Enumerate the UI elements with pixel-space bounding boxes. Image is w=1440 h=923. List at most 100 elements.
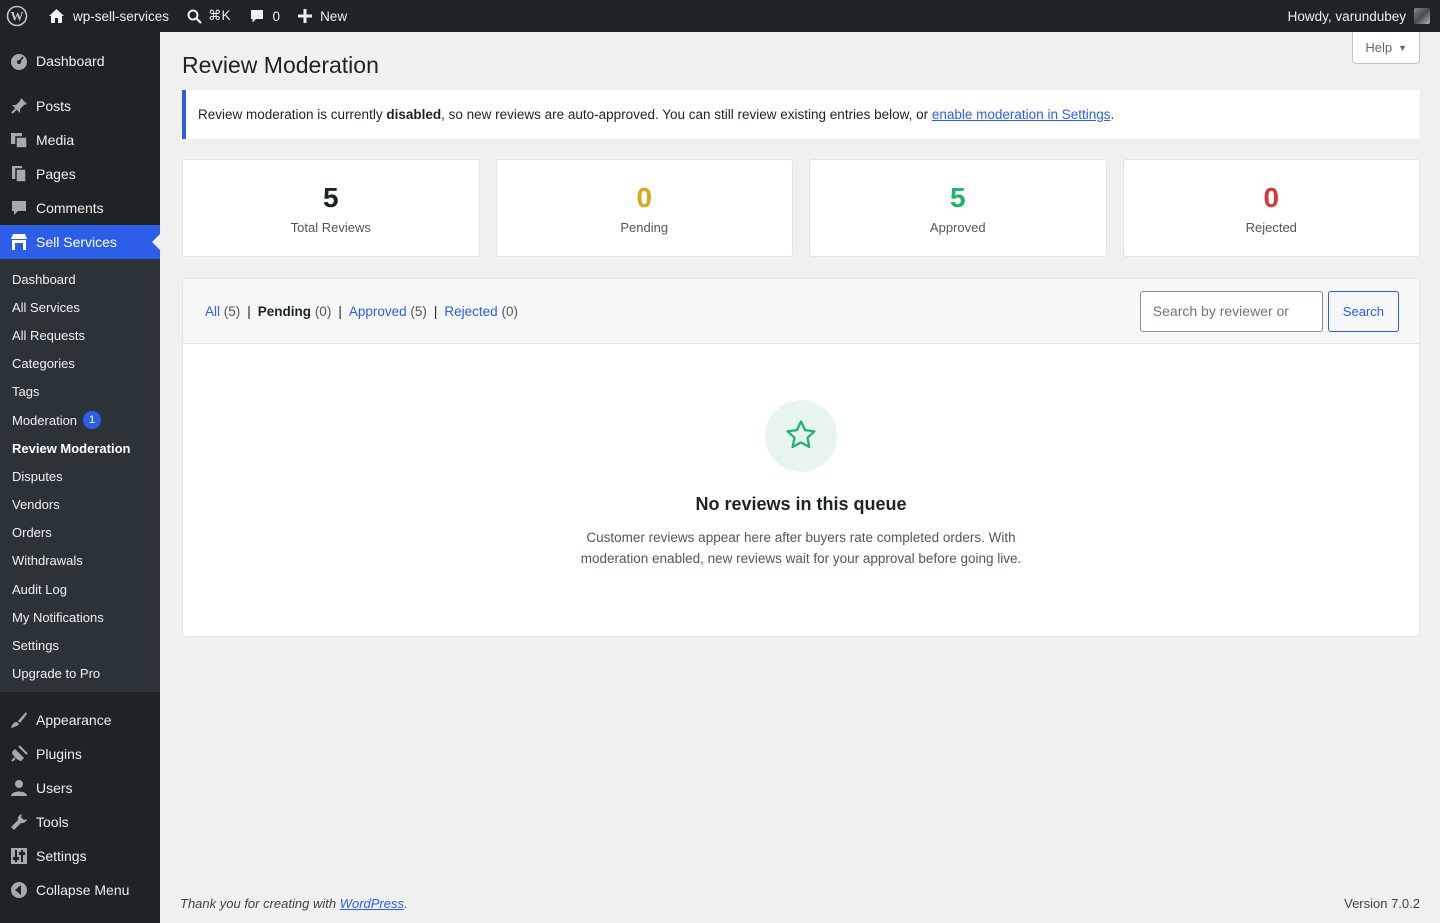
menu-dashboard[interactable]: Dashboard xyxy=(0,44,160,78)
footer-text: Thank you for creating with xyxy=(180,896,340,911)
footer-end: . xyxy=(404,896,408,911)
reviews-toolbar: All (5) | Pending (0) | Approved (5) | R… xyxy=(183,279,1419,344)
menu-appearance[interactable]: Appearance xyxy=(0,703,160,737)
submenu-label: Categories xyxy=(12,356,75,372)
search-input[interactable] xyxy=(1139,290,1323,332)
filter-label: Rejected xyxy=(444,303,498,319)
submenu-review-moderation[interactable]: Review Moderation xyxy=(0,434,160,462)
menu-sell-services[interactable]: Sell Services xyxy=(0,225,160,259)
admin-bar: W wp-sell-services ⌘K 0 New Howdy, varun… xyxy=(0,0,1440,32)
menu-posts[interactable]: Posts xyxy=(0,89,160,123)
empty-state: No reviews in this queue Customer review… xyxy=(183,344,1419,569)
submenu-withdrawals[interactable]: Withdrawals xyxy=(0,547,160,575)
submenu-categories[interactable]: Categories xyxy=(0,350,160,378)
enable-moderation-link[interactable]: enable moderation in Settings xyxy=(932,107,1111,122)
submenu-label: Review Moderation xyxy=(12,440,131,456)
filter-rejected[interactable]: Rejected xyxy=(444,304,497,319)
submenu-label: All Requests xyxy=(12,327,85,343)
media-icon xyxy=(10,131,28,149)
search-button[interactable]: Search xyxy=(1327,290,1399,332)
menu-label: Users xyxy=(36,779,73,796)
submenu-all-requests[interactable]: All Requests xyxy=(0,321,160,349)
stats-row: 5 Total Reviews 0 Pending 5 Approved 0 R… xyxy=(182,159,1420,257)
menu-pages[interactable]: Pages xyxy=(0,157,160,191)
stat-value: 0 xyxy=(636,181,653,213)
new-label: New xyxy=(320,8,348,24)
avatar xyxy=(1414,8,1430,24)
status-filters: All (5) | Pending (0) | Approved (5) | R… xyxy=(205,304,518,319)
menu-label: Sell Services xyxy=(36,234,117,250)
submenu-label: Moderation xyxy=(12,412,78,428)
submenu-label: Orders xyxy=(12,525,52,541)
submenu-tags[interactable]: Tags xyxy=(0,378,160,406)
site-name-link[interactable]: wp-sell-services xyxy=(36,0,177,32)
separator: | xyxy=(247,303,251,319)
stat-label: Pending xyxy=(620,219,669,235)
menu-label: Collapse Menu xyxy=(36,881,130,898)
command-search[interactable]: ⌘K xyxy=(177,0,239,32)
help-label: Help xyxy=(1365,40,1393,55)
page-title: Review Moderation xyxy=(182,52,379,78)
store-icon xyxy=(10,233,28,251)
empty-state-title: No reviews in this queue xyxy=(695,494,907,514)
stat-total-reviews: 5 Total Reviews xyxy=(182,159,480,257)
filter-pending[interactable]: Pending xyxy=(258,304,311,319)
notice-status: disabled xyxy=(386,107,442,122)
submenu-vendors[interactable]: Vendors xyxy=(0,491,160,519)
submenu-dashboard[interactable]: Dashboard xyxy=(0,265,160,293)
wrench-icon xyxy=(10,813,28,831)
stat-value: 0 xyxy=(1263,181,1280,213)
submenu-label: Disputes xyxy=(12,468,63,484)
search-icon xyxy=(187,9,202,24)
comments-link[interactable]: 0 xyxy=(239,0,289,32)
reviews-panel: All (5) | Pending (0) | Approved (5) | R… xyxy=(182,278,1420,637)
stat-label: Rejected xyxy=(1245,219,1297,235)
empty-state-description: Customer reviews appear here after buyer… xyxy=(580,530,1022,566)
star-icon xyxy=(784,418,818,455)
submenu-label: My Notifications xyxy=(12,609,104,625)
submenu-all-services[interactable]: All Services xyxy=(0,293,160,321)
filter-all[interactable]: All xyxy=(205,304,220,319)
filter-count: (0) xyxy=(501,303,518,319)
svg-text:W: W xyxy=(11,9,24,24)
submenu-label: Tags xyxy=(12,384,40,400)
submenu-moderation[interactable]: Moderation 1 xyxy=(0,406,160,434)
menu-label: Media xyxy=(36,132,75,148)
menu-comments[interactable]: Comments xyxy=(0,191,160,225)
menu-settings[interactable]: Settings xyxy=(0,839,160,873)
search-shortcut: ⌘K xyxy=(208,8,231,23)
stat-pending: 0 Pending xyxy=(495,159,793,257)
filter-count: (0) xyxy=(314,303,332,319)
submenu-orders[interactable]: Orders xyxy=(0,519,160,547)
submenu-disputes[interactable]: Disputes xyxy=(0,462,160,490)
new-content-link[interactable]: New xyxy=(288,0,355,32)
submenu-upgrade-to-pro[interactable]: Upgrade to Pro xyxy=(0,660,160,688)
empty-state-badge xyxy=(765,400,837,472)
moderation-notice: Review moderation is currently disabled,… xyxy=(182,90,1420,139)
stat-label: Total Reviews xyxy=(290,219,371,235)
filter-approved[interactable]: Approved xyxy=(349,304,407,319)
stat-value: 5 xyxy=(949,181,966,213)
menu-label: Posts xyxy=(36,98,72,114)
submenu-label: Withdrawals xyxy=(12,553,83,569)
submenu-my-notifications[interactable]: My Notifications xyxy=(0,603,160,631)
help-button[interactable]: Help ▼ xyxy=(1352,32,1420,64)
submenu-settings[interactable]: Settings xyxy=(0,631,160,659)
wordpress-logo-icon[interactable]: W xyxy=(0,0,36,32)
submenu-audit-log[interactable]: Audit Log xyxy=(0,575,160,603)
menu-media[interactable]: Media xyxy=(0,123,160,157)
admin-sidebar: Dashboard Posts Media Pages Comments Sel… xyxy=(0,32,160,923)
collapse-icon xyxy=(10,881,28,899)
menu-tools[interactable]: Tools xyxy=(0,805,160,839)
menu-plugins[interactable]: Plugins xyxy=(0,737,160,771)
stat-label: Approved xyxy=(929,219,986,235)
menu-users[interactable]: Users xyxy=(0,771,160,805)
menu-label: Dashboard xyxy=(36,53,105,69)
stat-approved: 5 Approved xyxy=(809,159,1107,257)
collapse-menu-button[interactable]: Collapse Menu xyxy=(0,873,160,907)
user-icon xyxy=(10,779,28,797)
site-name: wp-sell-services xyxy=(73,8,170,24)
wordpress-link[interactable]: WordPress xyxy=(340,896,404,911)
user-account-menu[interactable]: Howdy, varundubey xyxy=(1280,0,1440,32)
moderation-count-badge: 1 xyxy=(83,411,102,430)
